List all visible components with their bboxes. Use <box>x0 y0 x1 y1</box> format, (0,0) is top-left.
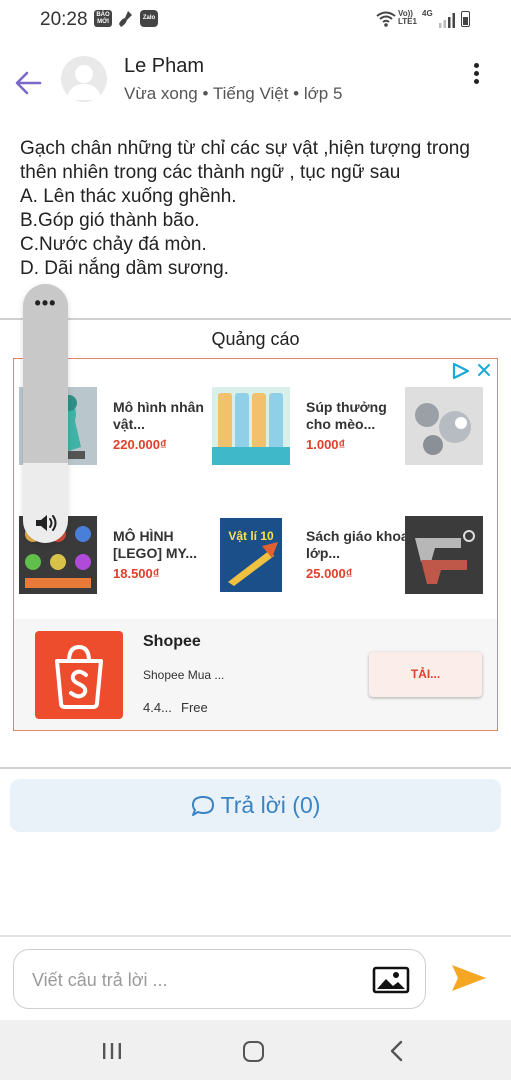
post-header: Le Pham Vừa xong • Tiếng Việt • lớp 5 <box>0 44 511 120</box>
product-name: Mô hình nhân vật... <box>113 399 204 432</box>
option-a: A. Lên thác xuống ghềnh. <box>20 186 237 207</box>
battery-icon <box>461 11 470 27</box>
system-nav-bar <box>0 1020 511 1080</box>
author-name[interactable]: Le Pham <box>124 55 204 78</box>
option-c: C.Nước chảy đá mòn. <box>20 234 207 255</box>
volte-indicator: Vo)) LTE1 <box>398 9 417 26</box>
divider <box>0 935 511 937</box>
option-b: B.Góp gió thành bão. <box>20 210 200 231</box>
user-silhouette-icon <box>67 65 101 100</box>
avatar[interactable] <box>61 56 107 102</box>
speaker-icon[interactable] <box>34 512 58 534</box>
product-image <box>405 516 483 594</box>
product-price: 220.000₫ <box>113 437 167 452</box>
back-arrow-icon[interactable] <box>12 64 46 102</box>
divider <box>0 318 511 320</box>
ad-product-5[interactable]: Vật lí 10 Sách giáo khoa lớp... 25.000₫ <box>212 516 409 606</box>
zalo-icon: Zalo <box>140 10 158 27</box>
ad-app-promo[interactable]: Shopee Shopee Mua ... 4.4... Free TẢI... <box>14 619 497 730</box>
ad-banner[interactable]: Mô hình nhân vật... 220.000₫ Súp thưởng … <box>13 358 498 731</box>
question-text: Gạch chân những từ chỉ các sự vật ,hiện … <box>20 138 470 183</box>
more-options-icon[interactable] <box>466 60 486 86</box>
app-subtitle: Shopee Mua ... <box>143 668 225 682</box>
broom-icon <box>119 11 132 27</box>
option-d: D. Dãi nắng dầm sương. <box>20 258 229 279</box>
recent-apps-icon[interactable] <box>101 1042 123 1060</box>
product-image <box>212 387 290 465</box>
status-time: 20:28 <box>40 9 88 30</box>
question-body: Gạch chân những từ chỉ các sự vật ,hiện … <box>20 137 500 281</box>
app-rating: 4.4... <box>143 700 172 715</box>
ad-product-6[interactable]: N h 4 <box>405 516 497 606</box>
volume-panel[interactable]: ••• <box>23 284 68 543</box>
product-name: Sách giáo khoa lớp... <box>306 528 409 561</box>
divider <box>0 767 511 769</box>
product-price: 1.000₫ <box>306 437 346 452</box>
product-price: 18.500₫ <box>113 566 160 581</box>
ad-product-3[interactable]: T a 5 <box>405 387 497 477</box>
product-image <box>405 387 483 465</box>
volume-more-button[interactable]: ••• <box>23 294 68 312</box>
post-meta: Vừa xong • Tiếng Việt • lớp 5 <box>124 84 343 103</box>
signal-icon <box>439 13 455 28</box>
adchoices-icon[interactable] <box>451 362 471 380</box>
answer-input[interactable] <box>32 966 352 994</box>
image-upload-icon[interactable] <box>372 965 410 995</box>
install-button[interactable]: TẢI... <box>369 652 482 697</box>
product-name: MÔ HÌNH [LEGO] MY... <box>113 528 197 561</box>
shopee-logo-icon[interactable] <box>35 631 123 719</box>
app-name: Shopee <box>143 633 201 650</box>
speech-bubble-icon <box>191 795 214 816</box>
close-icon[interactable] <box>475 361 493 379</box>
reply-button[interactable]: Trả lời (0) <box>10 779 501 832</box>
answer-composer <box>13 949 426 1009</box>
product-price: 25.000₫ <box>306 566 353 581</box>
send-icon[interactable] <box>450 962 488 994</box>
app-price: Free <box>181 700 208 715</box>
home-icon[interactable] <box>243 1041 264 1062</box>
baomoi-icon: BÁO MỚI <box>94 10 112 27</box>
network-type: 4G <box>422 9 433 18</box>
product-name: Súp thưởng cho mèo... <box>306 399 387 432</box>
nav-back-icon[interactable] <box>388 1040 404 1062</box>
status-bar: 20:28 BÁO MỚI Zalo Vo)) LTE1 4G <box>0 0 511 40</box>
reply-label: Trả lời (0) <box>220 792 321 818</box>
product-image: Vật lí 10 <box>212 516 290 594</box>
ad-product-2[interactable]: Súp thưởng cho mèo... 1.000₫ <box>212 387 404 477</box>
wifi-icon <box>376 11 396 27</box>
ad-label: Quảng cáo <box>211 329 300 349</box>
book-cover-title: Vật lí 10 <box>228 529 274 543</box>
